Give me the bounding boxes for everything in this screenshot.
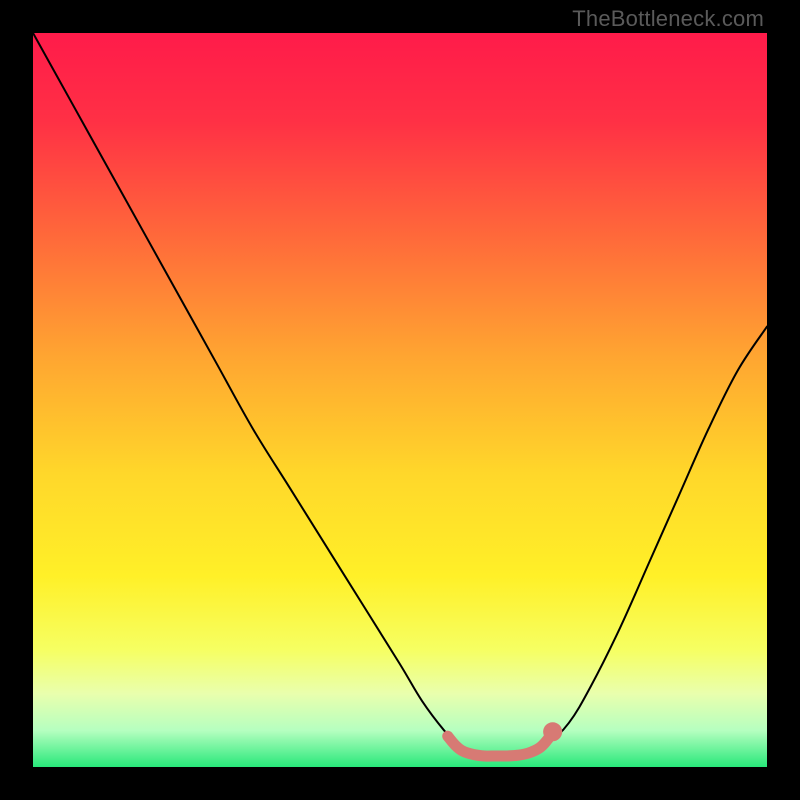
- plot-area: [33, 33, 767, 767]
- trough-end-dot: [543, 722, 562, 741]
- chart-svg: [33, 33, 767, 767]
- chart-frame: TheBottleneck.com: [0, 0, 800, 800]
- gradient-background: [33, 33, 767, 767]
- watermark-text: TheBottleneck.com: [572, 6, 764, 32]
